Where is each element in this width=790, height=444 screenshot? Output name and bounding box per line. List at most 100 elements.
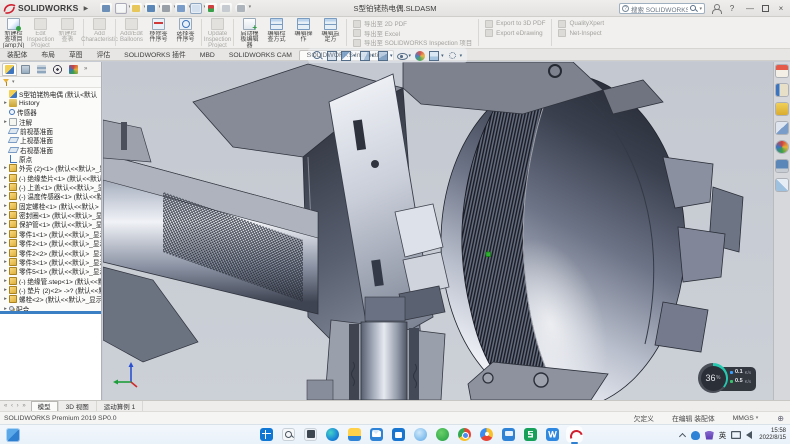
command-tab-4[interactable]: 评估 [90, 48, 118, 61]
tree-item[interactable]: ▸零件2<1> (默认<<默认>_显示状态 [0, 239, 101, 248]
tree-item[interactable]: ▸(-) 上盖<1> (默认<<默认>_显示状 [0, 182, 101, 191]
command-tab-6[interactable]: MBD [193, 51, 222, 61]
chrome-taskbar-icon[interactable] [458, 428, 471, 441]
model-shaft[interactable] [103, 120, 318, 362]
expand-arrow-icon[interactable]: ▸ [2, 287, 9, 293]
restore-button[interactable] [762, 5, 769, 12]
export-menu-item[interactable]: Export to 3D PDF [485, 19, 545, 29]
sign-in-button[interactable] [711, 4, 720, 13]
view-tab-3[interactable]: 运动算例 1 [97, 401, 143, 411]
search-icon[interactable] [690, 5, 697, 12]
view-settings-icon[interactable] [448, 51, 458, 61]
command-tab-7[interactable]: SOLIDWORKS CAM [222, 51, 299, 61]
tree-item[interactable]: ▸保护管<1> (默认<<默认>_显示状 [0, 220, 101, 229]
view-tab-nav-arrows[interactable]: « ‹ › » [0, 403, 31, 409]
fileprops-icon[interactable] [220, 3, 232, 14]
edit-appearance-icon[interactable] [415, 51, 425, 61]
expand-arrow-icon[interactable]: ▸ [2, 184, 9, 190]
expand-arrow-icon[interactable]: ▸ [2, 119, 9, 125]
tree-item[interactable]: ▸配合 [0, 304, 101, 311]
tree-item[interactable]: ▸History [0, 98, 101, 107]
ribbon-button-10[interactable]: 编辑检 查方式 [263, 17, 290, 48]
appearances-scenes-icon[interactable] [776, 141, 788, 153]
expand-arrow-icon[interactable]: ▸ [2, 296, 9, 302]
tree-item[interactable]: ▸零件2<2> (默认<<默认>_显示状态 [0, 248, 101, 257]
expand-arrow-icon[interactable]: ▸ [2, 221, 9, 227]
start-taskbar-icon[interactable] [260, 428, 273, 441]
solidworks-taskbar-icon[interactable] [568, 428, 581, 441]
expand-arrow-icon[interactable]: ▸ [2, 203, 9, 209]
solidworks-forum-icon[interactable] [776, 179, 788, 191]
menu-flyout-arrow-icon[interactable]: ▶ [84, 5, 89, 12]
minimize-button[interactable]: — [744, 4, 756, 13]
configurationmanager-tab[interactable] [34, 63, 49, 76]
featuremanager-tab[interactable] [2, 63, 17, 76]
ribbon-button-2[interactable]: Edit Inspection Project [27, 17, 54, 48]
export-menu-item[interactable]: Export eDrawing [485, 29, 545, 39]
expand-arrow-icon[interactable]: ▸ [2, 193, 9, 199]
tree-item[interactable]: ▸注解 [0, 117, 101, 126]
weather-taskbar-icon[interactable] [414, 428, 427, 441]
view-settings-dropdown-icon[interactable]: ▾ [460, 53, 463, 59]
app-s-taskbar-icon[interactable] [524, 428, 537, 441]
tree-item[interactable]: 原点 [0, 154, 101, 163]
ribbon-button-9[interactable]: 启动模 板编辑 器 [236, 17, 263, 48]
undo-icon[interactable] [175, 3, 187, 14]
tree-filter-row[interactable]: ▾ [0, 77, 101, 88]
device-taskbar-icon[interactable] [502, 428, 515, 441]
ribbon-button-5[interactable]: Add/Edit Balloons [118, 17, 145, 48]
ribbon-button-4[interactable]: Add Characteristic [86, 17, 113, 48]
close-button[interactable]: × [775, 4, 787, 13]
manager-tabs-overflow[interactable]: » [84, 66, 87, 72]
performance-monitor-widget[interactable]: 36 % 0.1K/s0.5K/s [698, 363, 758, 395]
expand-arrow-icon[interactable]: ▸ [2, 250, 9, 256]
view-orientation-dropdown-icon[interactable]: ▾ [372, 53, 375, 59]
design-library-icon[interactable] [776, 84, 788, 96]
tree-item[interactable]: 传感器 [0, 108, 101, 117]
export-menu-item[interactable]: 导出至 SOLIDWORKS Inspection 项目 [353, 38, 472, 48]
section-view-icon[interactable] [341, 51, 351, 61]
tree-item[interactable]: ▸零件5<1> (默认<<默认>_显示状态 [0, 267, 101, 276]
tray-overflow-chevron-icon[interactable] [679, 432, 686, 439]
edge-taskbar-icon[interactable] [326, 428, 339, 441]
tree-item[interactable]: ▸(-) 绝缘管.step<1> (默认<<默认> [0, 276, 101, 285]
command-tab-1[interactable]: 装配体 [0, 48, 34, 61]
expand-arrow-icon[interactable]: ▸ [2, 165, 9, 171]
apply-scene-dropdown-icon[interactable]: ▾ [441, 53, 444, 59]
hide-show-items-icon[interactable] [397, 51, 407, 61]
open-icon[interactable] [130, 3, 142, 14]
volume-icon[interactable] [746, 431, 752, 439]
browser-taskbar-icon[interactable] [480, 428, 493, 441]
tree-item[interactable]: ▸(-) 绝缘垫片<1> (默认<<默认>_显 [0, 173, 101, 182]
displaymanager-tab[interactable] [66, 63, 81, 76]
zoom-fit-icon[interactable] [313, 51, 323, 61]
ribbon-button-12[interactable]: 编辑监 定方 [317, 17, 344, 48]
tree-item[interactable]: ▸螺栓<2> (默认<<默认>_显示状态 [0, 295, 101, 304]
custom-properties-icon[interactable] [776, 160, 788, 172]
dimxpertmanager-tab[interactable] [50, 63, 65, 76]
units-selector[interactable]: MMGS ▾ [724, 415, 768, 422]
rebuild-icon[interactable] [205, 3, 217, 14]
display-style-dropdown-icon[interactable]: ▾ [390, 53, 393, 59]
ribbon-button-11[interactable]: 编辑操 作 [290, 17, 317, 48]
hide-show-items-dropdown-icon[interactable]: ▾ [409, 53, 412, 59]
view-palette-icon[interactable] [776, 122, 788, 134]
save-icon[interactable] [145, 3, 157, 14]
command-tab-2[interactable]: 布局 [34, 48, 62, 61]
options-icon[interactable] [235, 3, 247, 14]
tree-item[interactable]: ▸外壳 (2)<1> (默认<<默认>_显示状 [0, 164, 101, 173]
help-globe-icon[interactable]: ⊕ [777, 414, 784, 423]
expand-arrow-icon[interactable]: ▸ [2, 240, 9, 246]
tree-item[interactable]: ▸(-) 温度传感器<1> (默认<<默认>_ [0, 192, 101, 201]
ribbon-button-1[interactable]: 新建检 查项目 (amp;N) [0, 17, 27, 48]
help-button[interactable]: ? [726, 4, 738, 13]
zoom-area-icon[interactable] [327, 51, 337, 61]
tree-item[interactable]: ▸零件1<1> (默认<<默认>_显示状态 [0, 229, 101, 238]
expand-arrow-icon[interactable]: ▸ [2, 278, 9, 284]
apply-scene-icon[interactable] [429, 51, 439, 61]
home-icon[interactable] [100, 3, 112, 14]
print-icon[interactable] [160, 3, 172, 14]
ribbon-button-6[interactable]: 移除零 件序号 [145, 17, 172, 48]
file-explorer-taskbar-icon[interactable] [348, 428, 361, 441]
cpu-gauge[interactable]: 36 % [698, 363, 728, 393]
